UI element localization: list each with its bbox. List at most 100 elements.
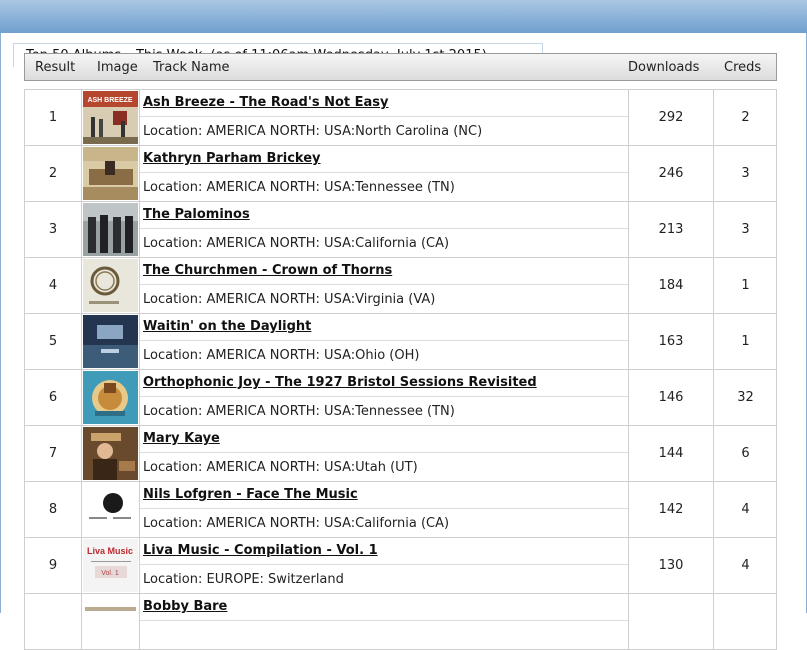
album-title-link[interactable]: Nils Lofgren - Face The Music [143,487,358,502]
table-row: 4 The Churchmen - Crown of Thorns Locati… [24,258,777,314]
track-title-line: Ash Breeze - The Road's Not Easy [140,90,628,117]
track-cell: Bobby Bare [140,594,629,649]
image-cell [82,370,140,425]
table-header: Result Image Track Name Downloads Creds [24,53,777,81]
album-location: Location: AMERICA NORTH: USA:Utah (UT) [143,460,418,475]
album-thumbnail[interactable] [83,203,138,256]
album-thumbnail[interactable] [83,259,138,312]
downloads-cell: 292 [629,90,714,145]
track-cell: Nils Lofgren - Face The Music Location: … [140,482,629,537]
downloads-cell: 163 [629,314,714,369]
album-title-link[interactable]: The Churchmen - Crown of Thorns [143,263,392,278]
album-title-link[interactable]: Orthophonic Joy - The 1927 Bristol Sessi… [143,375,537,390]
track-title-line: Orthophonic Joy - The 1927 Bristol Sessi… [140,370,628,397]
column-header-result[interactable]: Result [35,60,75,75]
creds-cell: 1 [741,278,750,293]
track-title-line: Kathryn Parham Brickey [140,146,628,173]
column-header-track-name[interactable]: Track Name [153,60,230,75]
table-row: 5 Waitin' on the Daylight Location: AMER… [24,314,777,370]
table-row: 6 Orthophonic Joy - The 1927 Bristol Ses… [24,370,777,426]
rank-cell: 6 [25,370,82,425]
rank-cell: 2 [25,146,82,201]
creds-cell: 3 [741,222,750,237]
album-title-link[interactable]: Waitin' on the Daylight [143,319,311,334]
track-cell: Kathryn Parham Brickey Location: AMERICA… [140,146,629,201]
rank-cell: 5 [25,314,82,369]
rank-cell: 7 [25,426,82,481]
track-title-line: Bobby Bare [140,594,628,621]
rank-cell: 8 [25,482,82,537]
image-cell [82,594,140,649]
downloads-cell: 213 [629,202,714,257]
downloads-cell: 146 [629,370,714,425]
track-title-line: Mary Kaye [140,426,628,453]
album-location: Location: AMERICA NORTH: USA:North Carol… [143,124,483,139]
album-location: Location: AMERICA NORTH: USA:Virginia (V… [143,292,436,307]
image-cell [82,426,140,481]
top-banner [0,0,807,34]
album-location: Location: EUROPE: Switzerland [143,572,344,587]
column-header-image: Image [97,60,138,75]
downloads-cell [629,594,714,649]
track-cell: Liva Music - Compilation - Vol. 1 Locati… [140,538,629,593]
creds-cell: 4 [741,502,750,517]
album-title-link[interactable]: The Palominos [143,207,250,222]
rank-cell: 1 [25,90,82,145]
rank-cell [25,594,82,649]
creds-cell: 32 [737,390,754,405]
rank-cell: 9 [25,538,82,593]
table-row: 8 Nils Lofgren - Face The Music Location… [24,482,777,538]
album-thumbnail[interactable] [83,315,138,368]
creds-cell: 6 [741,446,750,461]
track-title-line: The Churchmen - Crown of Thorns [140,258,628,285]
image-cell [82,258,140,313]
creds-cell: 1 [741,334,750,349]
downloads-cell: 144 [629,426,714,481]
table-row: 7 Mary Kaye Location: AMERICA NORTH: USA… [24,426,777,482]
album-thumbnail[interactable]: Liva Music Vol. 1 [83,539,138,592]
album-thumbnail[interactable] [83,371,138,424]
column-header-downloads[interactable]: Downloads [628,60,699,75]
track-cell: Ash Breeze - The Road's Not Easy Locatio… [140,90,629,145]
album-thumbnail[interactable] [83,427,138,480]
album-thumbnail[interactable]: ASH BREEZE [83,91,138,144]
album-thumbnail[interactable] [83,483,138,536]
track-title-line: Liva Music - Compilation - Vol. 1 [140,538,628,565]
downloads-cell: 130 [629,538,714,593]
liva-music-logo: Liva Music [87,546,133,556]
table-row: 1 ASH BREEZE Ash Breeze - The Road's Not… [24,90,777,146]
album-thumbnail[interactable] [83,595,138,648]
album-location: Location: AMERICA NORTH: USA:Tennessee (… [143,180,455,195]
album-location: Location: AMERICA NORTH: USA:California … [143,236,450,251]
rank-cell: 3 [25,202,82,257]
creds-cell: 4 [741,558,750,573]
image-cell [82,482,140,537]
image-cell [82,202,140,257]
track-cell: Waitin' on the Daylight Location: AMERIC… [140,314,629,369]
downloads-cell: 246 [629,146,714,201]
image-cell [82,314,140,369]
track-cell: The Churchmen - Crown of Thorns Location… [140,258,629,313]
album-thumbnail[interactable] [83,147,138,200]
album-location: Location: AMERICA NORTH: USA:California … [143,516,450,531]
album-title-link[interactable]: Kathryn Parham Brickey [143,151,321,166]
track-title-line: The Palominos [140,202,628,229]
album-title-link[interactable]: Liva Music - Compilation - Vol. 1 [143,543,378,558]
downloads-cell: 142 [629,482,714,537]
track-title-line: Waitin' on the Daylight [140,314,628,341]
album-title-link[interactable]: Ash Breeze - The Road's Not Easy [143,95,389,110]
table-row: 9 Liva Music Vol. 1 Liva Music - Compila… [24,538,777,594]
album-title-link[interactable]: Bobby Bare [143,599,227,614]
column-header-creds[interactable]: Creds [724,60,761,75]
ash-breeze-logo: ASH BREEZE [87,97,132,104]
image-cell: Liva Music Vol. 1 [82,538,140,593]
table-row: Bobby Bare [24,594,777,650]
creds-cell [714,594,777,649]
table-row: 2 Kathryn Parham Brickey Location: AMERI… [24,146,777,202]
albums-table: 1 ASH BREEZE Ash Breeze - The Road's Not… [24,89,777,650]
track-title-line: Nils Lofgren - Face The Music [140,482,628,509]
album-title-link[interactable]: Mary Kaye [143,431,220,446]
album-location: Location: AMERICA NORTH: USA:Ohio (OH) [143,348,420,363]
image-cell: ASH BREEZE [82,90,140,145]
creds-cell: 3 [741,166,750,181]
